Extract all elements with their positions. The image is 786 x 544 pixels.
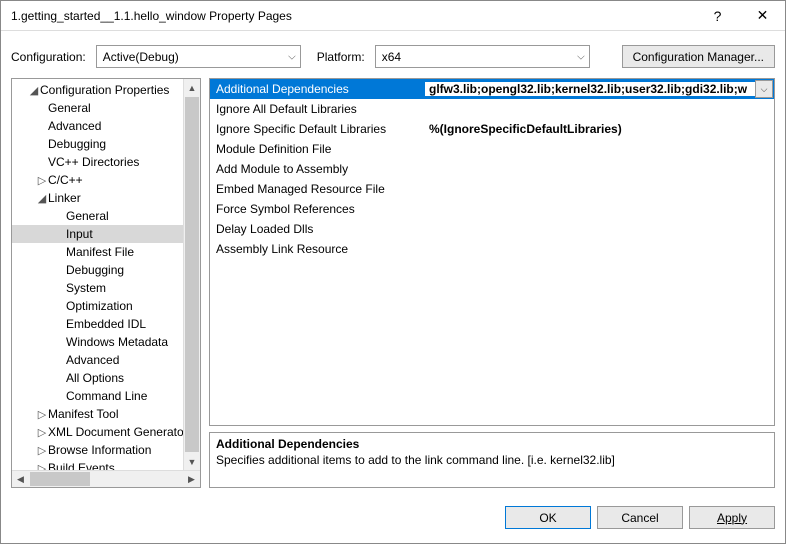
tree-item[interactable]: Advanced bbox=[12, 117, 200, 135]
grid-row[interactable]: Ignore Specific Default Libraries%(Ignor… bbox=[210, 119, 774, 139]
tree-item[interactable]: ▷Manifest Tool bbox=[12, 405, 200, 423]
property-label: Assembly Link Resource bbox=[210, 242, 425, 256]
scroll-thumb[interactable] bbox=[30, 472, 90, 486]
expander-icon: ◢ bbox=[28, 84, 40, 97]
tree-vertical-scrollbar[interactable]: ▲ ▼ bbox=[183, 79, 200, 470]
expander-icon: ▷ bbox=[36, 462, 48, 471]
tree-item[interactable]: Optimization bbox=[12, 297, 200, 315]
tree-item[interactable]: Debugging bbox=[12, 135, 200, 153]
expander-icon: ▷ bbox=[36, 408, 48, 421]
scroll-up-icon[interactable]: ▲ bbox=[184, 79, 200, 96]
expander-icon: ▷ bbox=[36, 426, 48, 439]
property-value[interactable]: glfw3.lib;opengl32.lib;kernel32.lib;user… bbox=[425, 82, 755, 96]
scroll-down-icon[interactable]: ▼ bbox=[184, 453, 200, 470]
tree-item[interactable]: ▷C/C++ bbox=[12, 171, 200, 189]
platform-value: x64 bbox=[382, 50, 401, 64]
property-label: Delay Loaded Dlls bbox=[210, 222, 425, 236]
apply-button[interactable]: Apply bbox=[689, 506, 775, 529]
dropdown-button[interactable]: ⌵ bbox=[755, 80, 773, 98]
configuration-value: Active(Debug) bbox=[103, 50, 179, 64]
grid-row[interactable]: Force Symbol References bbox=[210, 199, 774, 219]
titlebar: 1.getting_started__1.1.hello_window Prop… bbox=[1, 1, 785, 31]
tree-item[interactable]: Advanced bbox=[12, 351, 200, 369]
grid-row[interactable]: Embed Managed Resource File bbox=[210, 179, 774, 199]
grid-row[interactable]: Additional Dependenciesglfw3.lib;opengl3… bbox=[210, 79, 774, 99]
config-row: Configuration: Active(Debug) ⌵ Platform:… bbox=[1, 31, 785, 78]
property-label: Additional Dependencies bbox=[210, 82, 425, 96]
tree-item[interactable]: ▷XML Document Generator bbox=[12, 423, 200, 441]
description-text: Specifies additional items to add to the… bbox=[216, 453, 768, 467]
grid-row[interactable]: Module Definition File bbox=[210, 139, 774, 159]
tree-horizontal-scrollbar[interactable]: ◀ ▶ bbox=[12, 470, 200, 487]
description-title: Additional Dependencies bbox=[216, 437, 768, 451]
ok-button[interactable]: OK bbox=[505, 506, 591, 529]
tree-item[interactable]: ▷Browse Information bbox=[12, 441, 200, 459]
scroll-left-icon[interactable]: ◀ bbox=[12, 471, 29, 487]
tree-item[interactable]: General bbox=[12, 207, 200, 225]
expander-icon: ▷ bbox=[36, 444, 48, 457]
tree-panel: ◢Configuration PropertiesGeneralAdvanced… bbox=[11, 78, 201, 488]
chevron-down-icon: ⌵ bbox=[288, 51, 296, 62]
grid-row[interactable]: Delay Loaded Dlls bbox=[210, 219, 774, 239]
cancel-button[interactable]: Cancel bbox=[597, 506, 683, 529]
scroll-right-icon[interactable]: ▶ bbox=[183, 471, 200, 487]
scroll-thumb[interactable] bbox=[185, 97, 199, 452]
property-label: Ignore Specific Default Libraries bbox=[210, 122, 425, 136]
close-button[interactable]: ✕ bbox=[740, 1, 785, 31]
tree-item[interactable]: Debugging bbox=[12, 261, 200, 279]
property-label: Module Definition File bbox=[210, 142, 425, 156]
configuration-label: Configuration: bbox=[11, 50, 86, 64]
configuration-manager-button[interactable]: Configuration Manager... bbox=[622, 45, 775, 68]
right-panel: Additional Dependenciesglfw3.lib;opengl3… bbox=[209, 78, 775, 488]
grid-row[interactable]: Add Module to Assembly bbox=[210, 159, 774, 179]
property-value[interactable]: %(IgnoreSpecificDefaultLibraries) bbox=[425, 122, 774, 136]
property-tree[interactable]: ◢Configuration PropertiesGeneralAdvanced… bbox=[12, 79, 200, 470]
platform-combo[interactable]: x64 ⌵ bbox=[375, 45, 590, 68]
tree-item[interactable]: Input bbox=[12, 225, 200, 243]
chevron-down-icon: ⌵ bbox=[577, 51, 585, 62]
help-button[interactable]: ? bbox=[695, 1, 740, 31]
property-label: Embed Managed Resource File bbox=[210, 182, 425, 196]
property-grid[interactable]: Additional Dependenciesglfw3.lib;opengl3… bbox=[209, 78, 775, 426]
window-title: 1.getting_started__1.1.hello_window Prop… bbox=[11, 9, 695, 23]
platform-label: Platform: bbox=[317, 50, 365, 64]
grid-row[interactable]: Ignore All Default Libraries bbox=[210, 99, 774, 119]
tree-item[interactable]: Embedded IDL bbox=[12, 315, 200, 333]
property-label: Add Module to Assembly bbox=[210, 162, 425, 176]
tree-item[interactable]: Windows Metadata bbox=[12, 333, 200, 351]
content-area: ◢Configuration PropertiesGeneralAdvanced… bbox=[1, 78, 785, 498]
tree-item[interactable]: All Options bbox=[12, 369, 200, 387]
tree-item[interactable]: ◢Linker bbox=[12, 189, 200, 207]
tree-root[interactable]: ◢Configuration Properties bbox=[12, 81, 200, 99]
expander-icon: ◢ bbox=[36, 192, 48, 205]
description-panel: Additional Dependencies Specifies additi… bbox=[209, 432, 775, 488]
configuration-combo[interactable]: Active(Debug) ⌵ bbox=[96, 45, 301, 68]
tree-item[interactable]: Command Line bbox=[12, 387, 200, 405]
tree-item[interactable]: Manifest File bbox=[12, 243, 200, 261]
tree-item[interactable]: VC++ Directories bbox=[12, 153, 200, 171]
property-label: Ignore All Default Libraries bbox=[210, 102, 425, 116]
dialog-footer: OK Cancel Apply bbox=[1, 498, 785, 543]
expander-icon: ▷ bbox=[36, 174, 48, 187]
tree-item[interactable]: General bbox=[12, 99, 200, 117]
tree-item[interactable]: ▷Build Events bbox=[12, 459, 200, 470]
tree-item[interactable]: System bbox=[12, 279, 200, 297]
property-label: Force Symbol References bbox=[210, 202, 425, 216]
grid-row[interactable]: Assembly Link Resource bbox=[210, 239, 774, 259]
